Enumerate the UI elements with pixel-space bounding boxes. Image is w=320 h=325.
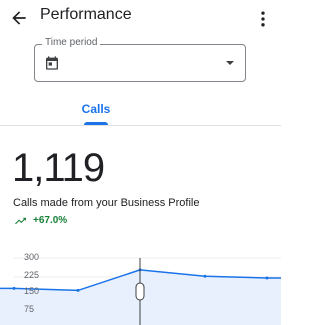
app-bar: Performance xyxy=(0,0,281,34)
y-tick-label: 150 xyxy=(24,286,40,296)
time-period-label: Time period xyxy=(42,37,101,48)
chart-drag-handle[interactable] xyxy=(135,282,145,301)
chart-point xyxy=(265,276,269,280)
calls-chart: 300 225 150 75 xyxy=(0,244,281,325)
arrow-back-icon[interactable] xyxy=(9,8,29,28)
y-tick-label: 300 xyxy=(24,252,40,262)
y-tick-label: 75 xyxy=(24,304,35,314)
y-tick-label: 225 xyxy=(24,270,40,280)
calendar-icon xyxy=(46,56,58,70)
calls-chart-svg xyxy=(0,257,281,325)
tab-bar: Calls xyxy=(0,94,281,126)
tab-calls[interactable]: Calls xyxy=(72,94,120,126)
tab-calls-label: Calls xyxy=(81,102,111,116)
calls-caption: Calls made from your Business Profile xyxy=(13,197,200,209)
chart-point xyxy=(76,288,80,292)
tab-indicator xyxy=(84,122,108,125)
dropdown-arrow-icon[interactable] xyxy=(224,58,236,68)
trending-up-icon xyxy=(15,217,26,225)
time-period-dropdown[interactable] xyxy=(34,44,246,82)
trend-value: +67.0% xyxy=(33,215,68,226)
page-title: Performance xyxy=(40,6,132,23)
more-vert-icon[interactable] xyxy=(253,9,273,29)
chart-point xyxy=(12,286,16,290)
calls-count: 1,119 xyxy=(12,146,105,190)
chart-point xyxy=(203,274,207,278)
